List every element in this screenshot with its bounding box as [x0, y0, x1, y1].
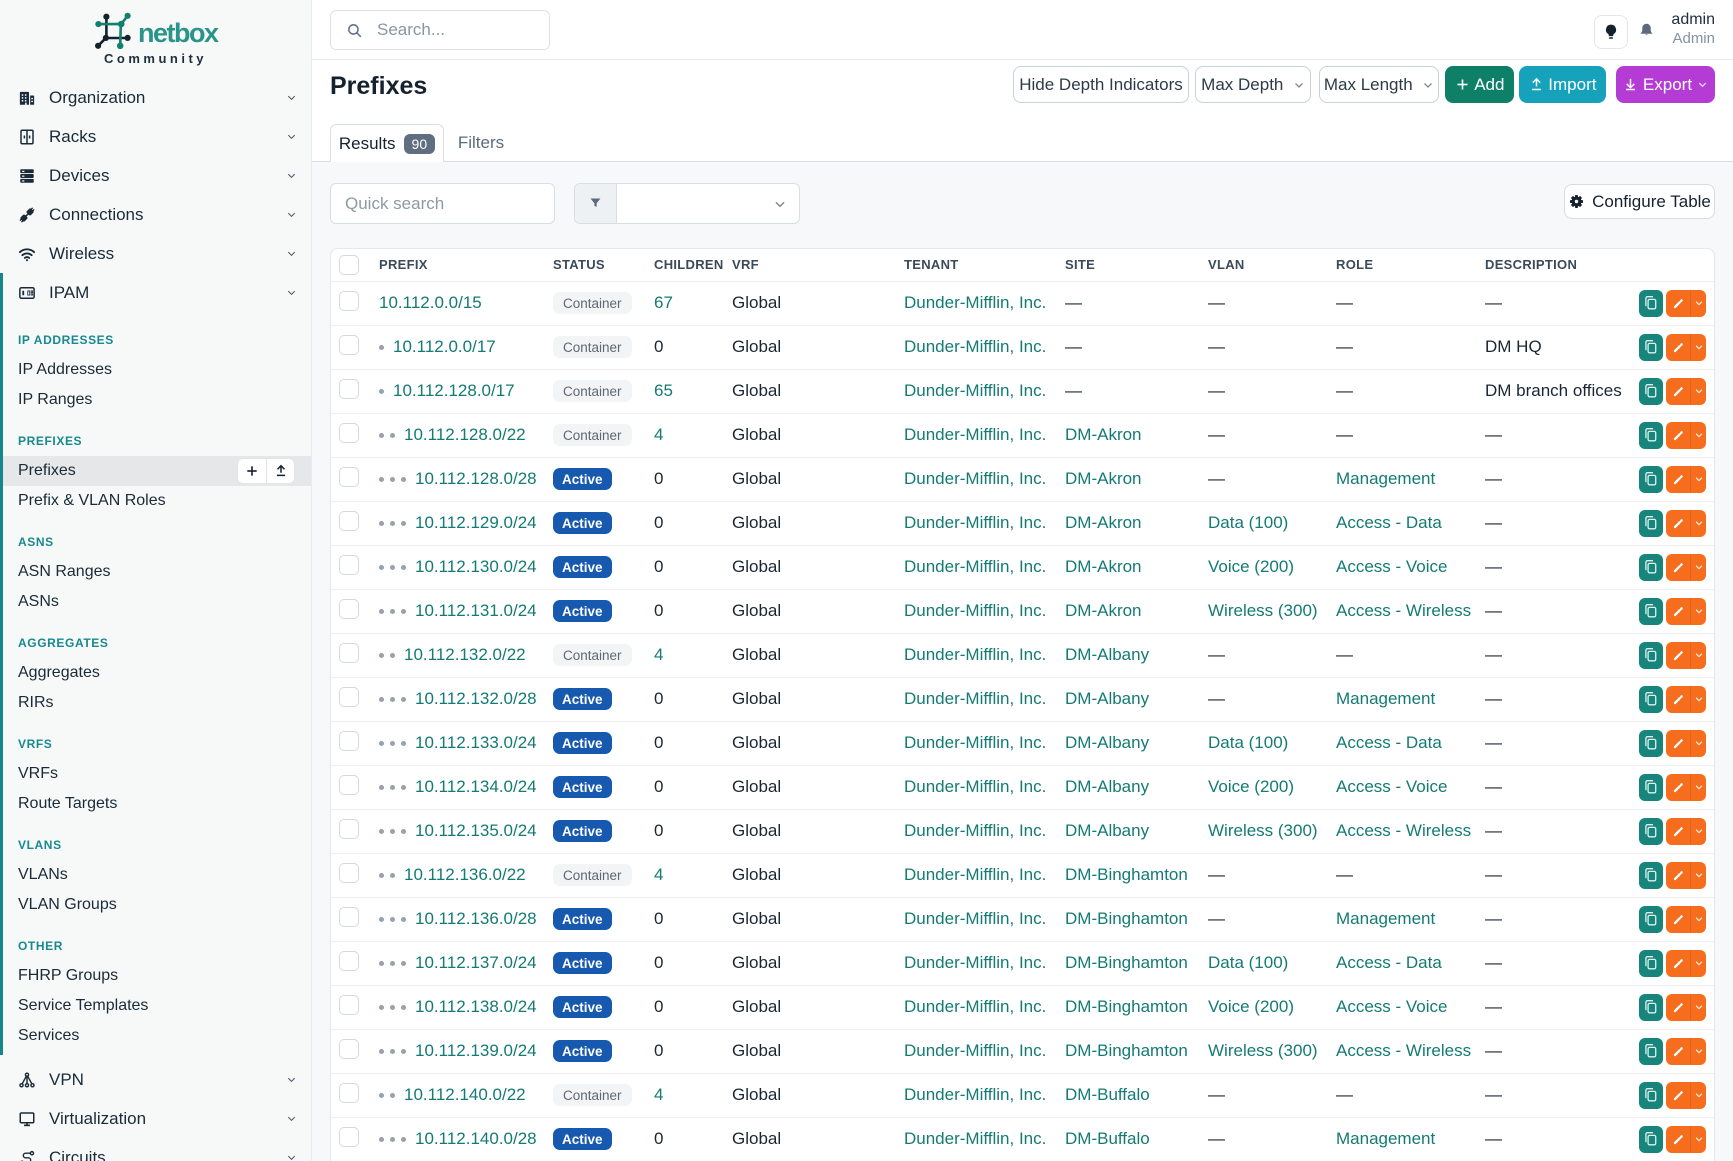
svg-text:netbox: netbox — [138, 18, 219, 48]
